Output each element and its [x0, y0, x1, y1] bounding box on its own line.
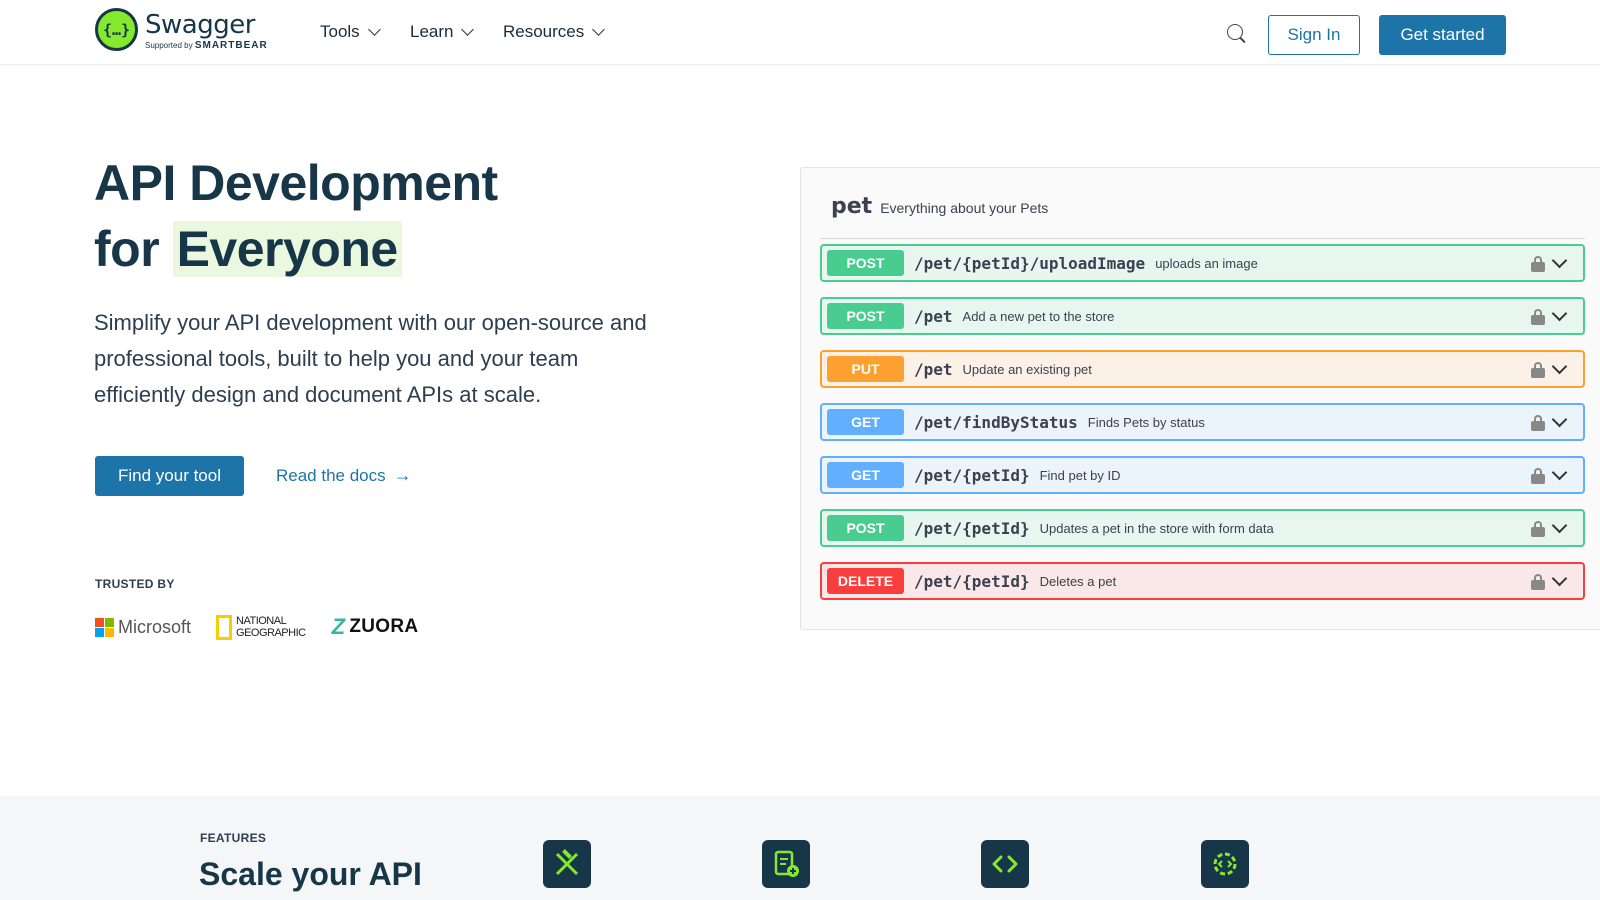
microsoft-wordmark: Microsoft [118, 616, 192, 637]
read-the-docs-link[interactable]: Read the docs → [276, 465, 412, 486]
code-brackets-icon[interactable] [981, 840, 1029, 888]
operation-row[interactable]: POST /pet/{petId} Updates a pet in the s… [820, 509, 1585, 547]
operation-path: /pet/{petId}/uploadImage [914, 253, 1146, 273]
hero-description: Simplify your API development with our o… [94, 310, 647, 407]
natgeo-frame-icon [216, 614, 233, 640]
hero-title-highlight: Everyone [172, 221, 402, 277]
method-badge: PUT [827, 356, 904, 382]
lock-icon[interactable] [1531, 574, 1545, 590]
menu-learn-label: Learn [410, 22, 454, 41]
menu-resources[interactable]: Resources [503, 22, 606, 42]
microsoft-grid-icon [95, 617, 114, 637]
find-your-tool-button[interactable]: Find your tool [95, 456, 244, 496]
trusted-by-label: TRUSTED BY [95, 577, 175, 591]
operation-row[interactable]: GET /pet/{petId} Find pet by ID [820, 456, 1585, 494]
lock-icon[interactable] [1531, 468, 1545, 484]
operation-summary: Updates a pet in the store with form dat… [1039, 520, 1274, 536]
logo-sub-prefix: Supported by [145, 41, 193, 50]
operation-summary: Finds Pets by status [1087, 414, 1205, 430]
hero-title-line1: API Development [94, 155, 498, 211]
chevron-down-icon [367, 23, 381, 36]
document-add-icon[interactable] [762, 840, 810, 888]
national-geographic-logo: NATIONAL GEOGRAPHIC [216, 614, 306, 640]
operation-path: /pet/{petId} [914, 518, 1030, 538]
operation-summary: Deletes a pet [1039, 573, 1117, 589]
hero-title-line2: for Everyone [94, 216, 498, 282]
microsoft-logo: Microsoft [95, 617, 191, 638]
operation-row[interactable]: POST /pet Add a new pet to the store [820, 297, 1585, 335]
operation-row[interactable]: PUT /pet Update an existing pet [820, 350, 1585, 388]
operation-summary: uploads an image [1155, 255, 1258, 271]
gear-code-icon[interactable] [1201, 840, 1249, 888]
features-label: FEATURES [200, 831, 267, 845]
method-badge: POST [827, 303, 904, 329]
chevron-down-icon[interactable] [1551, 252, 1568, 269]
features-section: FEATURES Scale your API [0, 796, 1600, 900]
top-navigation: {…} Swagger Supported by SMARTBEAR Tools… [0, 0, 1600, 65]
operation-path: /pet/{petId} [914, 465, 1030, 485]
method-badge: POST [827, 250, 904, 276]
tag-name: pet [831, 194, 873, 219]
operation-path: /pet/{petId} [914, 571, 1030, 591]
features-title: Scale your API [199, 856, 422, 892]
operation-summary: Find pet by ID [1039, 467, 1121, 483]
operation-path: /pet [914, 306, 953, 326]
zuora-wordmark: ZUORA [349, 616, 419, 637]
menu-learn[interactable]: Learn [410, 22, 475, 42]
swagger-logo-icon: {…} [95, 8, 138, 51]
logo-subtitle: Supported by SMARTBEAR [145, 40, 268, 51]
logo-text: Swagger Supported by SMARTBEAR [145, 12, 268, 51]
chevron-down-icon [592, 23, 606, 36]
search-icon[interactable] [1227, 24, 1243, 40]
hero-title-for: for [94, 221, 160, 277]
lock-icon[interactable] [1531, 521, 1545, 537]
method-badge: POST [827, 515, 904, 541]
get-started-button[interactable]: Get started [1379, 15, 1506, 55]
arrow-right-icon: → [393, 465, 412, 485]
menu-tools-label: Tools [320, 22, 360, 41]
lock-icon[interactable] [1531, 309, 1545, 325]
swagger-ui-preview: pet Everything about your Pets POST /pet… [800, 167, 1600, 630]
lock-icon[interactable] [1531, 362, 1545, 378]
chevron-down-icon[interactable] [1551, 358, 1568, 375]
natgeo-line2: GEOGRAPHIC [236, 627, 306, 639]
swagger-logo[interactable]: {…} Swagger Supported by SMARTBEAR [95, 8, 275, 58]
chevron-down-icon [461, 23, 475, 36]
operation-path: /pet [914, 359, 953, 379]
tag-description: Everything about your Pets [880, 200, 1049, 216]
zuora-logo: Z ZUORA [332, 614, 419, 640]
menu-resources-label: Resources [503, 22, 585, 41]
tag-header[interactable]: pet Everything about your Pets [831, 194, 1048, 219]
operation-row[interactable]: GET /pet/findByStatus Finds Pets by stat… [820, 403, 1585, 441]
lock-icon[interactable] [1531, 256, 1545, 272]
lock-icon[interactable] [1531, 415, 1545, 431]
operation-path: /pet/findByStatus [914, 412, 1078, 432]
method-badge: GET [827, 462, 904, 488]
divider [820, 238, 1585, 239]
design-tools-icon[interactable] [543, 840, 591, 888]
chevron-down-icon[interactable] [1551, 570, 1568, 587]
logo-name: Swagger [145, 10, 255, 40]
menu-tools[interactable]: Tools [320, 22, 381, 42]
operation-row[interactable]: DELETE /pet/{petId} Deletes a pet [820, 562, 1585, 600]
hero-title: API Development for Everyone [94, 150, 498, 282]
method-badge: GET [827, 409, 904, 435]
read-the-docs-label: Read the docs [276, 465, 386, 485]
operation-row[interactable]: POST /pet/{petId}/uploadImage uploads an… [820, 244, 1585, 282]
trusted-brands: Microsoft NATIONAL GEOGRAPHIC Z ZUORA [95, 614, 418, 640]
chevron-down-icon[interactable] [1551, 517, 1568, 534]
operation-summary: Update an existing pet [962, 361, 1092, 377]
zuora-mark-icon: Z [331, 614, 346, 639]
natgeo-line1: NATIONAL [236, 615, 287, 627]
sign-in-button[interactable]: Sign In [1268, 15, 1360, 55]
chevron-down-icon[interactable] [1551, 411, 1568, 428]
chevron-down-icon[interactable] [1551, 464, 1568, 481]
chevron-down-icon[interactable] [1551, 305, 1568, 322]
method-badge: DELETE [827, 568, 904, 594]
logo-sub-brand: SMARTBEAR [194, 40, 268, 51]
operation-summary: Add a new pet to the store [962, 308, 1115, 324]
